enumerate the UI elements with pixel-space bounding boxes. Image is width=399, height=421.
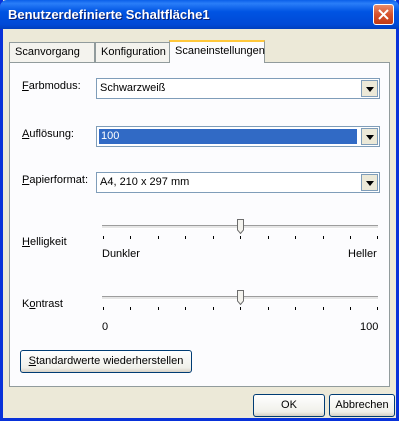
- tab-label: Scaneinstellungen: [175, 45, 265, 57]
- tab-panel: Farbmodus: Schwarzweiß Auflösung: 100 Pa…: [9, 62, 390, 387]
- resolution-value: 100: [99, 129, 357, 144]
- slider-tick: [377, 307, 378, 310]
- tab-label: Konfiguration: [101, 46, 166, 58]
- restore-defaults-button[interactable]: Standardwerte wiederherstellen: [20, 350, 192, 373]
- paper-format-value: A4, 210 x 297 mm: [100, 176, 190, 188]
- chevron-down-icon: [366, 87, 374, 92]
- brightness-max-label: Heller: [348, 248, 377, 260]
- ok-button[interactable]: OK: [253, 394, 325, 417]
- close-button[interactable]: [373, 4, 394, 25]
- slider-tick: [213, 236, 214, 239]
- slider-tick: [213, 307, 214, 310]
- tab-scaneinstellungen[interactable]: Scaneinstellungen: [169, 40, 265, 63]
- slider-tick: [185, 236, 186, 239]
- brightness-min-label: Dunkler: [102, 248, 140, 260]
- color-mode-value: Schwarzweiß: [100, 82, 166, 94]
- contrast-label: Kontrast: [22, 298, 63, 310]
- slider-tick: [295, 236, 296, 239]
- slider-tick: [377, 236, 378, 239]
- brightness-label: Helligkeit: [22, 236, 67, 248]
- slider-tick: [240, 236, 241, 239]
- contrast-min-label: 0: [102, 321, 109, 333]
- paper-format-label: Papierformat:: [22, 174, 89, 186]
- slider-tick: [323, 307, 324, 310]
- slider-tick: [240, 307, 241, 310]
- color-mode-label: Farbmodus:: [22, 80, 81, 92]
- contrast-slider-thumb[interactable]: [237, 290, 244, 305]
- tab-label: Scanvorgang: [15, 46, 80, 58]
- slider-tick: [158, 236, 159, 239]
- paper-format-select[interactable]: A4, 210 x 297 mm: [96, 172, 380, 193]
- slider-tick: [103, 307, 104, 310]
- dropdown-button[interactable]: [361, 174, 378, 191]
- cancel-button[interactable]: Abbrechen: [329, 394, 395, 417]
- title-bar[interactable]: Benutzerdefinierte Schaltfläche1: [0, 0, 399, 29]
- slider-tick: [295, 307, 296, 310]
- slider-tick: [158, 307, 159, 310]
- slider-tick: [350, 307, 351, 310]
- tab-scanvorgang[interactable]: Scanvorgang: [9, 42, 95, 62]
- dropdown-button[interactable]: [361, 80, 378, 97]
- resolution-label: Auflösung:: [22, 128, 74, 140]
- color-mode-select[interactable]: Schwarzweiß: [96, 78, 380, 99]
- slider-tick: [130, 236, 131, 239]
- slider-tick: [350, 236, 351, 239]
- dropdown-button[interactable]: [361, 128, 378, 145]
- tab-konfiguration[interactable]: Konfiguration: [95, 42, 171, 62]
- slider-tick: [268, 236, 269, 239]
- chevron-down-icon: [366, 135, 374, 140]
- contrast-max-label: 100: [360, 321, 379, 333]
- brightness-slider-thumb[interactable]: [237, 219, 244, 234]
- close-icon: [378, 9, 389, 20]
- slider-tick: [323, 236, 324, 239]
- chevron-down-icon: [366, 181, 374, 186]
- slider-tick: [130, 307, 131, 310]
- dialog-window: Benutzerdefinierte Schaltfläche1 Scanvor…: [0, 0, 399, 421]
- slider-tick: [268, 307, 269, 310]
- resolution-select[interactable]: 100: [96, 126, 380, 147]
- window-title: Benutzerdefinierte Schaltfläche1: [8, 7, 210, 22]
- slider-tick: [185, 307, 186, 310]
- slider-tick: [103, 236, 104, 239]
